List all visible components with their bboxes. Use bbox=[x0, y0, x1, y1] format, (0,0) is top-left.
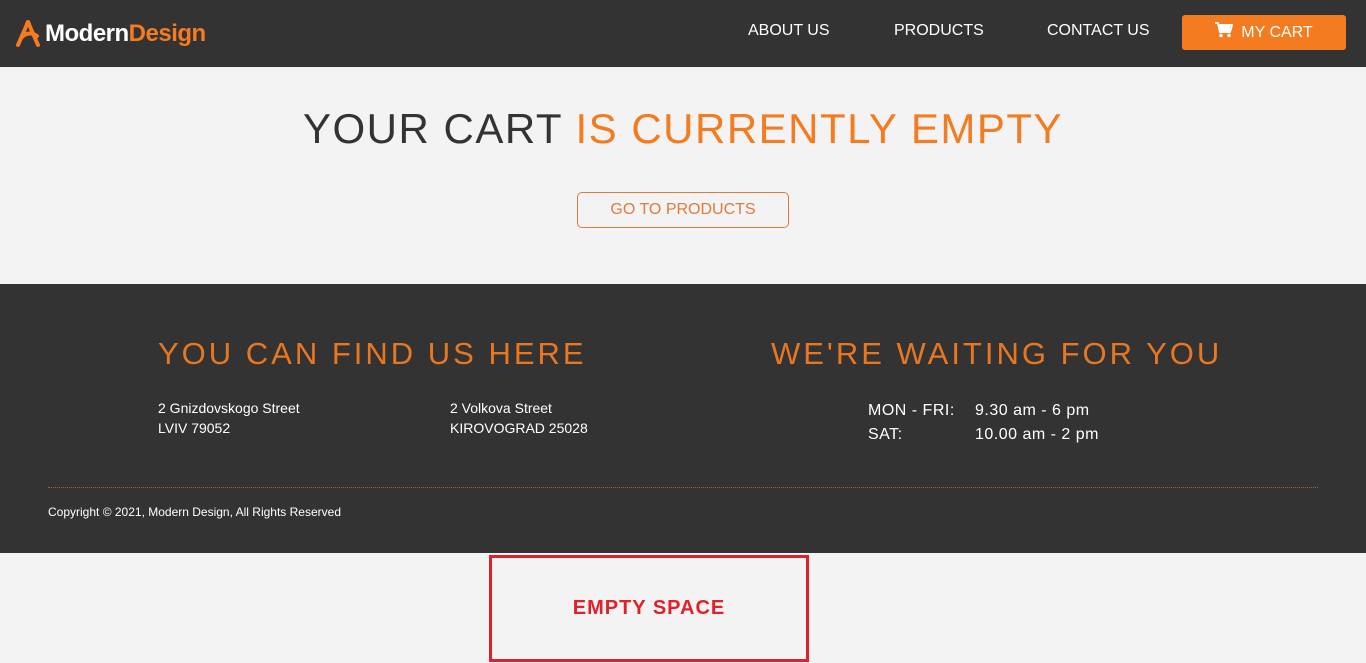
title-part-your-cart: YOUR CART bbox=[302, 105, 563, 152]
empty-space-label: EMPTY SPACE bbox=[572, 597, 726, 619]
logo-text: ModernDesign bbox=[45, 20, 206, 48]
logo[interactable]: ModernDesign bbox=[15, 19, 206, 49]
title-part-currently-empty: IS CURRENTLY EMPTY bbox=[575, 105, 1064, 152]
nav-contact-us[interactable]: CONTACT US bbox=[1047, 22, 1150, 40]
waiting-heading: WE'RE WAITING FOR YOU bbox=[771, 336, 1223, 371]
address-line: 2 Gnizdovskogo Street bbox=[158, 400, 300, 416]
site-header: ModernDesign ABOUT US PRODUCTS CONTACT U… bbox=[0, 0, 1366, 67]
empty-space-annotation: EMPTY SPACE bbox=[489, 555, 809, 662]
address-city: KIROVOGRAD 25028 bbox=[450, 420, 588, 436]
copyright-text: Copyright © 2021, Modern Design, All Rig… bbox=[48, 505, 341, 519]
go-to-products-button[interactable]: GO TO PRODUCTS bbox=[577, 192, 789, 228]
hours-day: SAT: bbox=[868, 426, 903, 443]
logo-text-design: Design bbox=[128, 20, 207, 47]
address-kirovograd: 2 Volkova Street KIROVOGRAD 25028 bbox=[450, 398, 588, 438]
empty-cart-title: YOUR CART IS CURRENTLY EMPTY bbox=[0, 105, 1366, 153]
hours-time: 10.00 am - 2 pm bbox=[975, 426, 1099, 443]
nav-products[interactable]: PRODUCTS bbox=[894, 22, 984, 40]
address-line: 2 Volkova Street bbox=[450, 400, 552, 416]
hours-day: MON - FRI: bbox=[868, 402, 955, 419]
my-cart-label: MY CART bbox=[1241, 23, 1313, 41]
address-city: LVIV 79052 bbox=[158, 420, 231, 436]
cart-icon bbox=[1215, 22, 1241, 43]
logo-text-modern: Modern bbox=[45, 20, 129, 47]
footer-divider bbox=[48, 487, 1318, 488]
hours-time: 9.30 am - 6 pm bbox=[975, 402, 1090, 419]
site-footer: YOU CAN FIND US HERE 2 Gnizdovskogo Stre… bbox=[0, 284, 1366, 553]
nav-about-us[interactable]: ABOUT US bbox=[748, 22, 830, 40]
my-cart-button[interactable]: MY CART bbox=[1182, 15, 1346, 50]
address-lviv: 2 Gnizdovskogo Street LVIV 79052 bbox=[158, 398, 300, 438]
hours-row-weekdays: MON - FRI: 9.30 am - 6 pm bbox=[868, 399, 1099, 423]
logo-icon bbox=[15, 20, 41, 48]
opening-hours: MON - FRI: 9.30 am - 6 pm SAT: 10.00 am … bbox=[868, 399, 1099, 447]
hours-row-saturday: SAT: 10.00 am - 2 pm bbox=[868, 423, 1099, 447]
find-us-heading: YOU CAN FIND US HERE bbox=[158, 336, 587, 371]
